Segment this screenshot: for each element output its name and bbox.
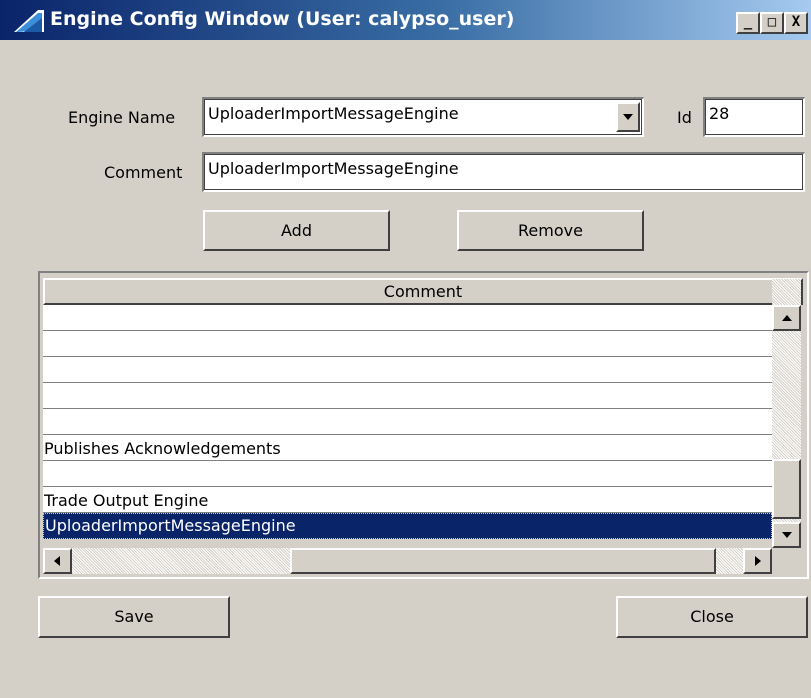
scroll-left-arrow-icon[interactable] [43, 548, 72, 574]
table-row[interactable]: Publishes Acknowledgements [43, 435, 772, 461]
title-bar[interactable]: Engine Config Window (User: calypso_user… [0, 0, 811, 40]
table-row[interactable] [43, 461, 772, 487]
engine-name-label: Engine Name [68, 108, 176, 127]
vertical-scroll-thumb[interactable] [772, 459, 801, 519]
scroll-right-arrow-icon[interactable] [743, 548, 772, 574]
save-button[interactable]: Save [38, 596, 230, 638]
table-row[interactable] [43, 383, 772, 409]
engine-name-combo[interactable]: UploaderImportMessageEngine [202, 97, 644, 137]
maximize-button[interactable]: □ [760, 12, 784, 34]
table-rows: Publishes Acknowledgements Trade Output … [43, 305, 772, 539]
id-label: Id [677, 108, 692, 127]
horizontal-scrollbar[interactable] [43, 548, 772, 574]
close-window-button[interactable]: X [784, 12, 808, 34]
close-button[interactable]: Close [616, 596, 808, 638]
chevron-down-icon[interactable] [616, 102, 640, 132]
scroll-up-arrow-icon[interactable] [772, 305, 801, 331]
add-button[interactable]: Add [203, 210, 390, 251]
comment-field[interactable]: UploaderImportMessageEngine [202, 152, 805, 192]
table-row[interactable]: Trade Output Engine [43, 487, 772, 513]
table-row-selected[interactable]: UploaderImportMessageEngine [43, 513, 772, 539]
id-field[interactable]: 28 [703, 97, 805, 137]
remove-button[interactable]: Remove [457, 210, 644, 251]
table-row[interactable] [43, 331, 772, 357]
scroll-down-arrow-icon[interactable] [772, 522, 801, 548]
table-row[interactable] [43, 305, 772, 331]
horizontal-scroll-thumb[interactable] [290, 548, 716, 574]
table-row[interactable] [43, 357, 772, 383]
minimize-button[interactable]: _ [736, 12, 760, 34]
table-row[interactable] [43, 409, 772, 435]
window-title: Engine Config Window (User: calypso_user… [50, 8, 515, 30]
app-icon [14, 10, 44, 32]
vertical-scrollbar[interactable] [772, 279, 801, 548]
id-value: 28 [709, 104, 730, 123]
column-header-comment[interactable]: Comment [43, 278, 803, 305]
comment-value: UploaderImportMessageEngine [208, 159, 459, 178]
engine-name-value: UploaderImportMessageEngine [208, 104, 459, 123]
comment-label: Comment [104, 163, 183, 182]
